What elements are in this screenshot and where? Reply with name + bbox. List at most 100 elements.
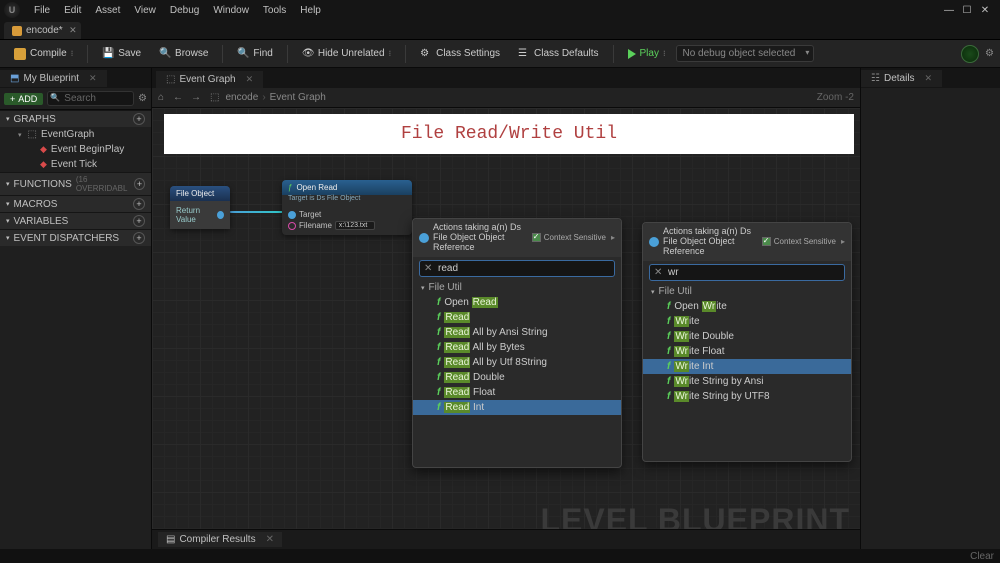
details-icon: ☷ — [871, 73, 880, 84]
class-defaults-button[interactable]: ☰Class Defaults — [510, 45, 606, 63]
section-event-dispatchers[interactable]: EVENT DISPATCHERS+ — [0, 229, 151, 246]
doc-tab-encode[interactable]: encode* ✕ — [4, 22, 81, 39]
tree-event-beginplay[interactable]: ◆Event BeginPlay — [0, 142, 151, 157]
graph-canvas[interactable]: File Read/Write Util LEVEL BLUEPRINT Fil… — [152, 108, 860, 563]
panel-settings-icon[interactable]: ⚙ — [138, 93, 147, 104]
action-item[interactable]: fRead — [413, 310, 621, 325]
action-item[interactable]: fRead Double — [413, 370, 621, 385]
context-sensitive-checkbox[interactable] — [532, 233, 541, 242]
context-sensitive-checkbox[interactable] — [762, 237, 771, 246]
add-graph-icon[interactable]: + — [133, 113, 145, 125]
add-macro-icon[interactable]: + — [133, 198, 145, 210]
node-title: File Object — [176, 189, 214, 198]
filename-input[interactable] — [335, 221, 375, 230]
add-variable-icon[interactable]: + — [133, 215, 145, 227]
close-tab-icon[interactable]: ✕ — [266, 534, 274, 545]
add-dispatcher-icon[interactable]: + — [133, 232, 145, 244]
save-button[interactable]: 💾Save — [94, 45, 149, 63]
action-item[interactable]: fWrite Float — [643, 344, 851, 359]
section-graphs[interactable]: GRAPHS+ — [0, 110, 151, 127]
close-tab-icon[interactable]: ✕ — [69, 25, 77, 36]
tab-my-blueprint[interactable]: ⬒ My Blueprint ✕ — [0, 70, 107, 87]
function-icon: f — [437, 402, 440, 413]
action-item[interactable]: fRead All by Utf 8String — [413, 355, 621, 370]
tab-event-graph[interactable]: ⬚ Event Graph ✕ — [156, 71, 263, 88]
node-open-read[interactable]: ƒOpen Read Target is Ds File Object Targ… — [282, 180, 412, 235]
debug-object-select[interactable]: No debug object selected — [676, 45, 815, 62]
section-functions[interactable]: FUNCTIONS(16 OVERRIDABL+ — [0, 172, 151, 195]
action-item[interactable]: fWrite Double — [643, 329, 851, 344]
close-tab-icon[interactable]: ✕ — [89, 73, 97, 84]
tree-eventgraph[interactable]: ⬚EventGraph — [0, 127, 151, 142]
category-file-util[interactable]: File Util — [643, 284, 851, 299]
menu-debug[interactable]: Debug — [164, 3, 205, 18]
action-item[interactable]: fWrite Int — [643, 359, 851, 374]
menu-tools[interactable]: Tools — [257, 3, 292, 18]
tree-event-tick[interactable]: ◆Event Tick — [0, 157, 151, 172]
action-item[interactable]: fRead All by Bytes — [413, 340, 621, 355]
close-tab-icon[interactable]: ✕ — [246, 74, 254, 85]
hide-unrelated-button[interactable]: 👁Hide Unrelated⁝ — [294, 45, 399, 63]
action-label: Read Int — [444, 402, 484, 413]
blueprint-tab-icon: ⬒ — [10, 73, 19, 84]
toolbar: Compile⁝ 💾Save 🔍Browse 🔍Find 👁Hide Unrel… — [0, 40, 1000, 68]
action-item[interactable]: fRead All by Ansi String — [413, 325, 621, 340]
clear-search-icon[interactable]: ✕ — [654, 267, 662, 278]
bc-encode[interactable]: encode — [226, 92, 259, 103]
zoom-level: Zoom -2 — [817, 92, 854, 103]
output-pin[interactable] — [217, 211, 224, 219]
revision-indicator-icon[interactable] — [961, 45, 979, 63]
action-item[interactable]: fWrite — [643, 314, 851, 329]
compile-button[interactable]: Compile⁝ — [6, 45, 81, 63]
settings-icon[interactable]: ⚙ — [985, 48, 994, 59]
nav-home-icon[interactable]: ⌂ — [158, 92, 164, 103]
maximize-button[interactable]: ☐ — [962, 5, 972, 16]
action-search-input[interactable]: ✕wr — [649, 264, 845, 281]
menu-file[interactable]: File — [28, 3, 56, 18]
menu-asset[interactable]: Asset — [89, 3, 126, 18]
action-item[interactable]: fWrite String by Ansi — [643, 374, 851, 389]
action-item[interactable]: fOpen Read — [413, 295, 621, 310]
action-item[interactable]: fOpen Write — [643, 299, 851, 314]
search-input[interactable]: Search — [47, 91, 134, 106]
action-item[interactable]: fWrite String by UTF8 — [643, 389, 851, 404]
class-settings-button[interactable]: ⚙Class Settings — [412, 45, 508, 63]
category-file-util[interactable]: File Util — [413, 280, 621, 295]
tab-compiler-results[interactable]: ▤ Compiler Results ✕ — [158, 532, 282, 547]
ctx-label: Context Sensitive — [544, 233, 606, 242]
comment-banner[interactable]: File Read/Write Util — [164, 114, 854, 154]
node-subtitle: Target is Ds File Object — [282, 195, 412, 205]
action-item[interactable]: f Read Int — [413, 400, 621, 415]
my-blueprint-panel: ⬒ My Blueprint ✕ +ADD Search ⚙ GRAPHS+ ⬚… — [0, 68, 152, 563]
nav-back-icon[interactable]: ← — [170, 92, 186, 103]
close-tab-icon[interactable]: ✕ — [925, 73, 933, 84]
add-function-icon[interactable]: + — [134, 178, 145, 190]
nav-fwd-icon[interactable]: → — [188, 92, 204, 103]
action-label: Open Write — [674, 301, 726, 312]
section-macros[interactable]: MACROS+ — [0, 195, 151, 212]
action-item[interactable]: fRead Float — [413, 385, 621, 400]
clear-search-icon[interactable]: ✕ — [424, 263, 432, 274]
tab-details[interactable]: ☷ Details ✕ — [861, 70, 942, 87]
action-search-input[interactable]: ✕read — [419, 260, 615, 277]
add-button[interactable]: +ADD — [4, 93, 43, 105]
menu-help[interactable]: Help — [294, 3, 327, 18]
bc-event-graph[interactable]: Event Graph — [270, 92, 326, 103]
clear-button[interactable]: Clear — [970, 551, 994, 562]
play-button[interactable]: Play⁝ — [620, 45, 674, 62]
filename-pin[interactable] — [288, 222, 296, 230]
chevron-right-icon: › — [262, 92, 265, 103]
menu-view[interactable]: View — [128, 3, 162, 18]
minimize-button[interactable]: — — [944, 5, 954, 16]
action-label: Read — [444, 312, 470, 323]
node-file-object[interactable]: File Object Return Value — [170, 186, 230, 229]
menu-window[interactable]: Window — [207, 3, 255, 18]
close-button[interactable]: ✕ — [980, 5, 990, 16]
find-button[interactable]: 🔍Find — [229, 45, 280, 63]
menu-edit[interactable]: Edit — [58, 3, 87, 18]
action-label: Write String by Ansi — [674, 376, 763, 387]
browse-button[interactable]: 🔍Browse — [151, 45, 216, 63]
section-variables[interactable]: VARIABLES+ — [0, 212, 151, 229]
target-pin[interactable] — [288, 211, 296, 219]
add-search-row: +ADD Search ⚙ — [0, 88, 151, 110]
